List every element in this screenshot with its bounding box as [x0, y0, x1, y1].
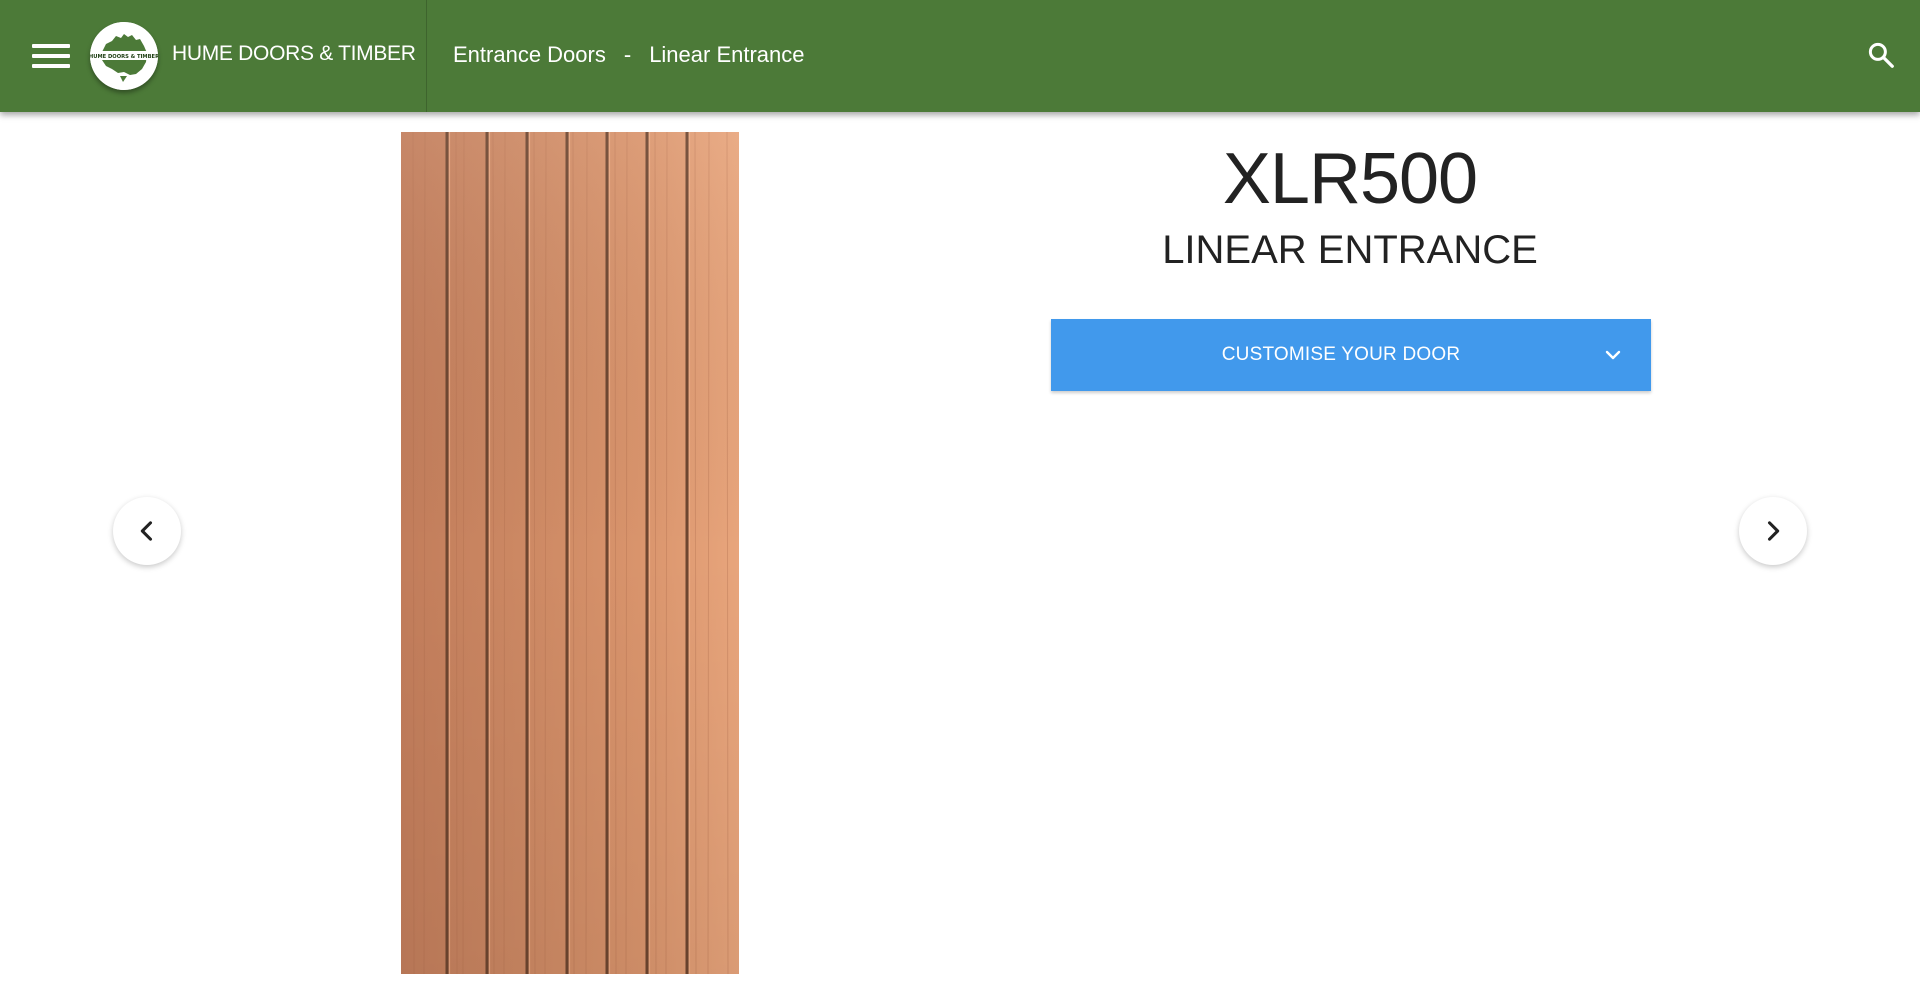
next-door-button[interactable] — [1739, 497, 1807, 565]
logo-lettering: HUME DOORS & TIMBER — [90, 54, 158, 60]
search-icon[interactable] — [1866, 40, 1896, 70]
menu-line — [32, 44, 70, 48]
product-name: LINEAR ENTRANCE — [1162, 228, 1538, 272]
menu-line — [32, 64, 70, 68]
header-divider — [426, 0, 427, 112]
chevron-left-icon — [140, 521, 153, 541]
hamburger-menu-icon[interactable] — [30, 42, 74, 70]
brand-name[interactable]: HUME DOORS & TIMBER — [172, 42, 416, 66]
door-product-image — [401, 132, 739, 974]
breadcrumb-entrance-doors[interactable]: Entrance Doors — [453, 42, 606, 68]
previous-door-button[interactable] — [113, 497, 181, 565]
customise-door-label: CUSTOMISE YOUR DOOR — [1221, 344, 1461, 365]
chevron-right-icon — [1767, 521, 1780, 541]
product-code: XLR500 — [1222, 139, 1478, 219]
breadcrumb-linear-entrance[interactable]: Linear Entrance — [649, 42, 804, 68]
top-app-bar: HUME DOORS & TIMBER HUME DOORS & TIMBER … — [0, 0, 1920, 112]
breadcrumb-separator: - — [623, 42, 632, 67]
menu-line — [32, 54, 70, 58]
brand-logo[interactable]: HUME DOORS & TIMBER — [90, 22, 158, 90]
chevron-down-icon — [1603, 345, 1623, 365]
customise-door-button[interactable]: CUSTOMISE YOUR DOOR — [1051, 319, 1651, 391]
breadcrumb: Entrance Doors - Linear Entrance — [453, 42, 805, 68]
